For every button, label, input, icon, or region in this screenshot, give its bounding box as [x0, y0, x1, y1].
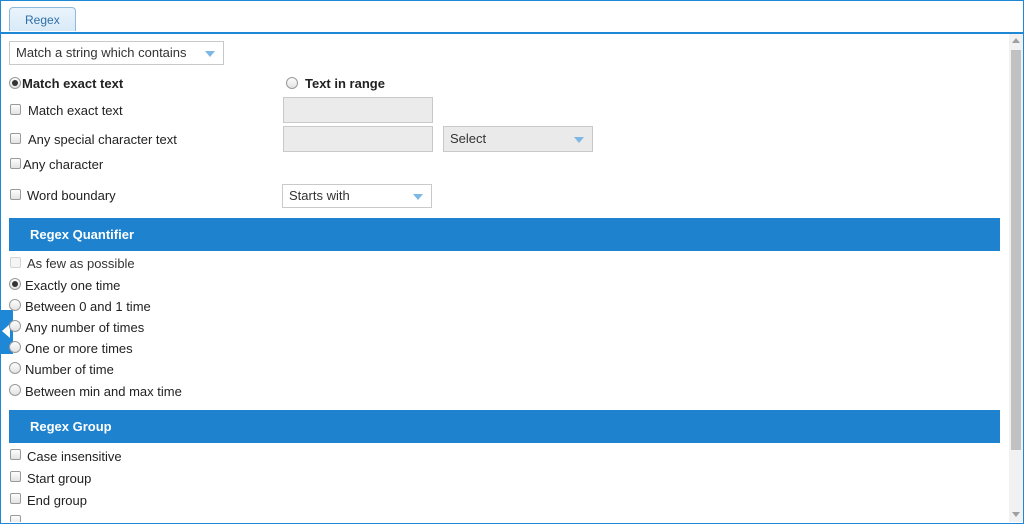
scroll-up-icon[interactable]: [1012, 38, 1020, 43]
quantifier-radio-one-or-more[interactable]: [9, 341, 21, 353]
start-group-checkbox[interactable]: [10, 471, 21, 482]
quantifier-label-one-or-more: One or more times: [25, 341, 133, 356]
scrollbar-thumb[interactable]: [1011, 50, 1021, 450]
any-special-character-label: Any special character text: [28, 132, 177, 147]
word-boundary-label: Word boundary: [27, 188, 116, 203]
quantifier-label-min-max: Between min and max time: [25, 384, 182, 399]
word-boundary-checkbox[interactable]: [10, 189, 21, 200]
quantifier-label-exactly-one: Exactly one time: [25, 278, 121, 293]
radio-text-in-range-label: Text in range: [305, 76, 385, 91]
exact-text-input[interactable]: [283, 97, 433, 123]
word-boundary-select-value: Starts with: [289, 188, 350, 203]
special-character-select[interactable]: Select: [443, 126, 593, 152]
as-few-as-possible-checkbox[interactable]: [10, 257, 21, 268]
end-group-checkbox[interactable]: [10, 493, 21, 504]
quantifier-radio-exactly-one[interactable]: [9, 278, 21, 290]
special-character-input[interactable]: [283, 126, 433, 152]
vertical-scrollbar[interactable]: [1009, 34, 1023, 522]
match-exact-text-checkbox[interactable]: [10, 104, 21, 115]
quantifier-label-number-of-time: Number of time: [25, 362, 114, 377]
regex-builder-panel: Match a string which contains Match exac…: [1, 34, 1007, 522]
any-special-character-checkbox[interactable]: [10, 133, 21, 144]
start-group-label: Start group: [27, 471, 92, 486]
any-character-checkbox[interactable]: [10, 158, 21, 169]
special-character-select-value: Select: [450, 131, 487, 146]
quantifier-label-between-0-and-1: Between 0 and 1 time: [25, 299, 151, 314]
radio-match-exact-text[interactable]: [9, 77, 21, 89]
tab-bar: Regex: [1, 1, 1023, 34]
regex-group-header: Regex Group: [9, 410, 1000, 443]
quantifier-label-any-number: Any number of times: [25, 320, 145, 335]
case-insensitive-label: Case insensitive: [27, 449, 122, 464]
next-group-checkbox[interactable]: [10, 515, 21, 522]
tab-regex[interactable]: Regex: [9, 7, 76, 31]
end-group-label: End group: [27, 493, 87, 508]
as-few-as-possible-label: As few as possible: [27, 256, 135, 271]
chevron-down-icon: [413, 194, 423, 200]
chevron-down-icon: [574, 137, 584, 143]
any-character-label: Any character: [23, 157, 104, 172]
regex-quantifier-header: Regex Quantifier: [9, 218, 1000, 251]
quantifier-radio-min-max[interactable]: [9, 384, 21, 396]
case-insensitive-checkbox[interactable]: [10, 449, 21, 460]
word-boundary-select[interactable]: Starts with: [282, 184, 432, 208]
match-type-select[interactable]: Match a string which contains: [9, 41, 224, 65]
match-exact-text-label: Match exact text: [28, 103, 123, 118]
quantifier-radio-between-0-and-1[interactable]: [9, 299, 21, 311]
radio-match-exact-text-label: Match exact text: [22, 76, 124, 91]
scroll-down-icon[interactable]: [1012, 512, 1020, 517]
chevron-down-icon: [205, 51, 215, 57]
quantifier-radio-number-of-time[interactable]: [9, 362, 21, 374]
match-type-select-value: Match a string which contains: [16, 45, 187, 60]
radio-text-in-range[interactable]: [286, 77, 298, 89]
quantifier-radio-any-number[interactable]: [9, 320, 21, 332]
